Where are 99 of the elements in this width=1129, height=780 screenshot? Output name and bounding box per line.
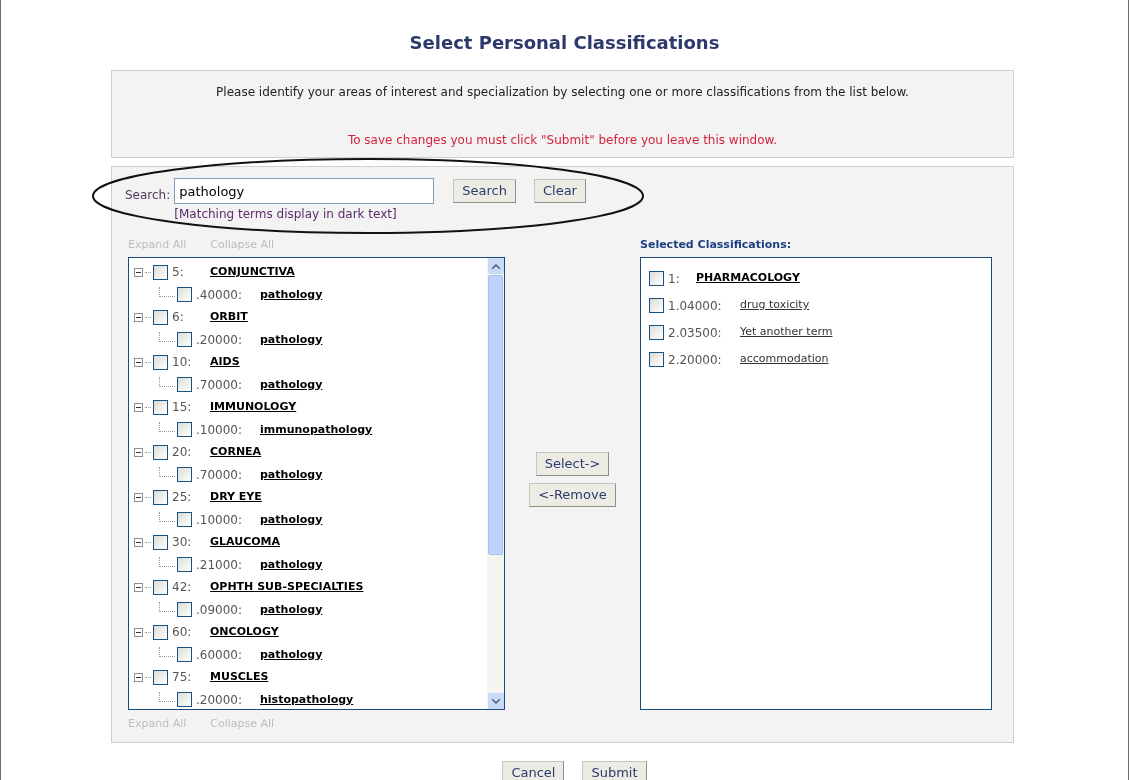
search-field[interactable]: pathology — [174, 178, 435, 204]
submit-button[interactable]: Submit — [582, 761, 647, 780]
category-link[interactable]: AIDS — [210, 354, 240, 371]
category-code: 10: — [172, 354, 193, 372]
checkbox[interactable] — [153, 264, 168, 280]
checkbox[interactable] — [177, 602, 192, 618]
search-hint: [Matching terms display in dark text] — [174, 206, 398, 223]
classification-code: 1.04000: — [668, 297, 723, 315]
selected-heading: Selected Classifications: — [640, 237, 793, 253]
checkbox[interactable] — [649, 352, 664, 367]
checkbox[interactable] — [153, 399, 168, 415]
collapse-icon[interactable] — [134, 537, 143, 547]
checkbox[interactable] — [177, 332, 192, 348]
checkbox[interactable] — [649, 271, 664, 286]
collapse-icon[interactable] — [134, 402, 143, 412]
remove-button[interactable]: <-Remove — [529, 483, 616, 507]
category-link[interactable]: OPHTH SUB-SPECIALTIES — [210, 579, 364, 596]
term-link[interactable]: pathology — [260, 646, 323, 663]
checkbox[interactable] — [177, 512, 192, 528]
classification-code: 2.03500: — [668, 324, 723, 342]
checkbox[interactable] — [649, 325, 664, 340]
scroll-thumb[interactable] — [488, 275, 503, 555]
checkbox[interactable] — [177, 692, 192, 708]
term-link[interactable]: immunopathology — [260, 421, 373, 438]
term-code: .70000: — [196, 466, 244, 484]
collapse-icon[interactable] — [134, 627, 143, 637]
collapse-icon[interactable] — [134, 447, 143, 457]
collapse-icon[interactable] — [134, 582, 143, 592]
category-code: 6: — [172, 309, 185, 327]
checkbox[interactable] — [153, 354, 168, 370]
collapse-icon[interactable] — [134, 267, 143, 277]
cancel-button[interactable]: Cancel — [502, 761, 565, 780]
checkbox[interactable] — [177, 467, 192, 483]
clear-button[interactable]: Clear — [533, 179, 586, 203]
term-code: .09000: — [196, 601, 244, 619]
checkbox[interactable] — [153, 534, 168, 550]
checkbox[interactable] — [153, 669, 168, 685]
scrollbar[interactable] — [487, 258, 504, 709]
collapse-icon[interactable] — [134, 357, 143, 367]
category-code: 60: — [172, 624, 193, 642]
checkbox[interactable] — [153, 444, 168, 460]
category-link[interactable]: IMMUNOLOGY — [210, 399, 297, 416]
classification-link[interactable]: PHARMACOLOGY — [696, 270, 800, 287]
classification-link[interactable]: Yet another term — [740, 324, 833, 341]
term-code: .21000: — [196, 556, 244, 574]
checkbox[interactable] — [153, 309, 168, 325]
term-link[interactable]: pathology — [260, 556, 323, 573]
collapse-icon[interactable] — [134, 672, 143, 682]
term-code: .20000: — [196, 331, 244, 349]
select-button[interactable]: Select-> — [535, 452, 610, 476]
term-code: .10000: — [196, 511, 244, 529]
checkbox[interactable] — [649, 298, 664, 313]
instructions-text: Please identify your areas of interest and specialization by selecting one or more classifications from the list below. — [216, 84, 909, 101]
category-code: 5: — [172, 264, 185, 282]
term-code: .40000: — [196, 286, 244, 304]
page-title: Select Personal Classifications — [408, 31, 721, 53]
scroll-up-icon[interactable] — [487, 258, 504, 274]
term-code: .60000: — [196, 646, 244, 664]
term-link[interactable]: pathology — [260, 286, 323, 303]
checkbox[interactable] — [177, 422, 192, 438]
warning-text: To save changes you must click "Submit" before you leave this window. — [347, 132, 778, 149]
scroll-down-icon[interactable] — [487, 693, 504, 709]
checkbox[interactable] — [153, 624, 168, 640]
collapse-icon[interactable] — [134, 492, 143, 502]
classification-code: 2.20000: — [668, 351, 723, 369]
classification-code: 1: — [668, 270, 681, 288]
category-link[interactable]: MUSCLES — [210, 669, 269, 686]
category-code: 30: — [172, 534, 193, 552]
term-code: .10000: — [196, 421, 244, 439]
category-code: 15: — [172, 399, 193, 417]
term-link[interactable]: pathology — [260, 331, 323, 348]
classification-link[interactable]: drug toxicity — [740, 297, 810, 314]
category-code: 75: — [172, 669, 193, 687]
category-link[interactable]: CORNEA — [210, 444, 262, 461]
category-link[interactable]: CONJUNCTIVA — [210, 264, 295, 281]
term-link[interactable]: pathology — [260, 376, 323, 393]
term-code: .20000: — [196, 691, 244, 709]
term-link[interactable]: pathology — [260, 601, 323, 618]
term-link[interactable]: histopathology — [260, 691, 354, 708]
category-code: 20: — [172, 444, 193, 462]
category-link[interactable]: GLAUCOMA — [210, 534, 281, 551]
checkbox[interactable] — [177, 377, 192, 393]
search-button[interactable]: Search — [453, 179, 516, 203]
category-link[interactable]: ORBIT — [210, 309, 248, 326]
checkbox[interactable] — [153, 489, 168, 505]
category-code: 25: — [172, 489, 193, 507]
checkbox[interactable] — [177, 647, 192, 663]
checkbox[interactable] — [177, 287, 192, 303]
checkbox[interactable] — [153, 579, 168, 595]
category-code: 42: — [172, 579, 193, 597]
term-link[interactable]: pathology — [260, 511, 323, 528]
classification-link[interactable]: accommodation — [740, 351, 829, 368]
category-link[interactable]: DRY EYE — [210, 489, 262, 506]
collapse-icon[interactable] — [134, 312, 143, 322]
checkbox[interactable] — [177, 557, 192, 573]
term-link[interactable]: pathology — [260, 466, 323, 483]
term-code: .70000: — [196, 376, 244, 394]
category-link[interactable]: ONCOLOGY — [210, 624, 279, 641]
search-label: Search: — [125, 187, 171, 204]
